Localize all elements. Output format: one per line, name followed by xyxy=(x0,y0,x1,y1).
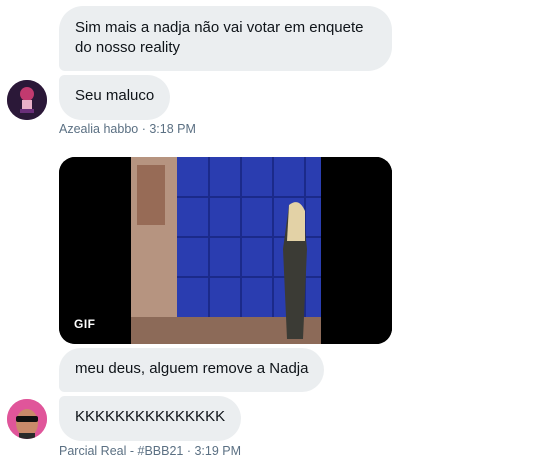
message-text: meu deus, alguem remove a Nadja xyxy=(75,360,309,377)
message-bubble: Sim mais a nadja não vai votar em enquet… xyxy=(59,6,392,71)
avatar-image xyxy=(7,80,47,120)
message-bubble: Seu maluco xyxy=(59,75,171,120)
avatar-image xyxy=(7,399,47,439)
gif-badge: GIF xyxy=(74,317,96,331)
gif-media[interactable]: GIF xyxy=(59,157,392,344)
message-meta[interactable]: Azealia habbo · 3:18 PM xyxy=(59,122,196,136)
message-bubble: KKKKKKKKKKKKKKK xyxy=(59,396,242,441)
user-avatar[interactable] xyxy=(7,80,47,120)
message-text: KKKKKKKKKKKKKKK xyxy=(75,408,226,425)
gif-frame xyxy=(59,157,392,344)
message-text: Sim mais a nadja não vai votar em enquet… xyxy=(75,19,364,56)
message-text: Seu maluco xyxy=(75,87,155,104)
message-meta[interactable]: Parcial Real - #BBB21 · 3:19 PM xyxy=(59,444,241,458)
user-avatar[interactable] xyxy=(7,399,47,439)
message-bubble: meu deus, alguem remove a Nadja xyxy=(59,348,325,392)
